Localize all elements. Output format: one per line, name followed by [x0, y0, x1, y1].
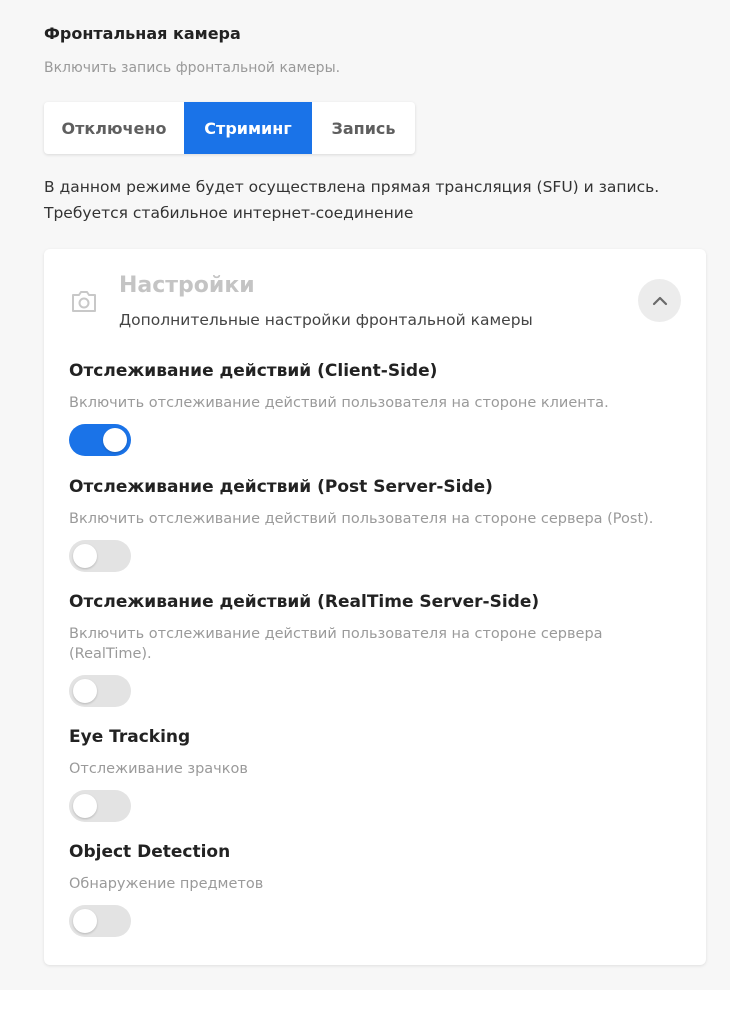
setting-description: Отслеживание зрачков	[69, 761, 248, 777]
toggle-knob	[103, 428, 127, 452]
chevron-up-icon	[652, 296, 667, 305]
setting-description: Включить отслеживание действий пользоват…	[69, 511, 654, 527]
toggle-object-detection[interactable]	[69, 905, 131, 937]
setting-object-detection: Object Detection Обнаружение предметов	[69, 840, 689, 937]
settings-page: Фронтальная камера Включить запись фронт…	[0, 0, 730, 990]
collapse-button[interactable]	[638, 279, 681, 322]
setting-realtime-server-side: Отслеживание действий (RealTime Server-S…	[69, 590, 689, 707]
setting-title: Отслеживание действий (Client-Side)	[69, 361, 438, 381]
setting-title: Отслеживание действий (Post Server-Side)	[69, 477, 493, 497]
toggle-knob	[73, 544, 97, 568]
section-subtitle: Включить запись фронтальной камеры.	[44, 60, 341, 76]
toggle-post-server-side[interactable]	[69, 540, 131, 572]
mode-option-recording[interactable]: Запись	[312, 102, 415, 154]
toggle-client-side[interactable]	[69, 424, 131, 456]
toggle-knob	[73, 679, 97, 703]
section-title: Фронтальная камера	[44, 24, 241, 43]
mode-option-off[interactable]: Отключено	[44, 102, 184, 154]
setting-description: Обнаружение предметов	[69, 876, 264, 892]
mode-option-streaming[interactable]: Стриминг	[184, 102, 312, 154]
toggle-knob	[73, 794, 97, 818]
setting-title: Object Detection	[69, 842, 231, 862]
setting-post-server-side: Отслеживание действий (Post Server-Side)…	[69, 475, 689, 572]
toggle-eye-tracking[interactable]	[69, 790, 131, 822]
setting-title: Отслеживание действий (RealTime Server-S…	[69, 592, 540, 612]
mode-selector: Отключено Стриминг Запись	[44, 102, 415, 154]
setting-title: Eye Tracking	[69, 727, 191, 747]
card-subtitle: Дополнительные настройки фронтальной кам…	[119, 311, 533, 329]
toggle-realtime-server-side[interactable]	[69, 675, 131, 707]
camera-icon	[70, 288, 98, 314]
mode-description: В данном режиме будет осуществлена пряма…	[44, 178, 660, 222]
setting-description: Включить отслеживание действий пользоват…	[69, 395, 609, 411]
toggle-knob	[73, 909, 97, 933]
setting-eye-tracking: Eye Tracking Отслеживание зрачков	[69, 725, 689, 822]
setting-description: Включить отслеживание действий пользоват…	[69, 626, 603, 662]
setting-client-side: Отслеживание действий (Client-Side) Вклю…	[69, 359, 689, 456]
settings-card: Настройки Дополнительные настройки фронт…	[44, 249, 706, 965]
card-title: Настройки	[119, 273, 255, 298]
